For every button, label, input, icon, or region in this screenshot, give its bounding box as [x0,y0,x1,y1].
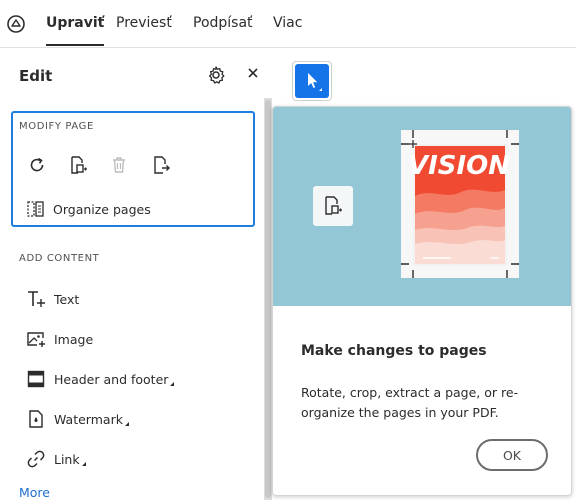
modify-page-label: MODIFY PAGE [19,121,94,132]
link-icon [27,450,45,468]
extract-page-icon[interactable] [68,155,88,175]
watermark-tool[interactable]: Watermark [26,408,129,430]
tool-label: Header and footer [54,371,169,387]
gear-icon[interactable] [206,65,226,85]
submenu-caret-icon [170,382,175,386]
rotate-icon[interactable] [27,155,47,175]
add-image-tool[interactable]: Image [26,328,93,350]
more-link[interactable]: More [19,485,50,500]
tool-label: Link [54,451,80,467]
tab-previest[interactable]: Previesť [116,15,172,31]
edit-panel: Edit MODIFY PAGE Organize pages ADD CONT… [0,49,264,500]
add-image-icon [27,332,45,347]
coachmark-illustration: VISION [273,107,571,306]
extract-page-icon-tile [313,186,353,226]
header-footer-tool[interactable]: Header and footer [26,368,175,390]
replace-page-icon[interactable] [151,155,171,175]
coachmark-popover: VISION Make changes to pages Rotate, cro… [272,106,572,496]
modify-page-section: MODIFY PAGE Organize pages [11,111,255,227]
add-content-label: ADD CONTENT [19,253,100,264]
organize-pages-label: Organize pages [53,201,151,217]
coachmark-title: Make changes to pages [301,343,487,359]
submenu-caret-icon [81,462,86,466]
pointer-icon [308,73,322,91]
link-tool[interactable]: Link [26,448,86,470]
illustration-title-text: VISION [408,151,510,181]
watermark-icon [29,410,43,428]
add-text-tool[interactable]: Text [26,288,79,310]
organize-pages-icon [27,201,44,217]
tool-label: Watermark [54,411,123,427]
tool-label: Text [54,291,80,307]
tab-upravit[interactable]: Upraviť [46,15,105,46]
header-footer-icon [27,370,45,388]
page-thumbnail-illustration: VISION [401,130,519,278]
coachmark-body: Rotate, crop, extract a page, or re-orga… [301,385,519,420]
acrobat-home-icon[interactable] [6,14,26,34]
ok-button[interactable]: OK [476,439,548,471]
panel-title: Edit [19,67,53,85]
submenu-caret-icon [124,422,129,426]
add-text-icon [28,291,45,307]
organize-pages-button[interactable]: Organize pages [27,199,151,219]
tab-podpisat[interactable]: Podpísať [193,15,253,31]
top-tab-bar: Upraviť Previesť Podpísať Viac [0,0,576,48]
select-tool-button[interactable] [295,64,329,98]
tool-label: Image [54,331,94,347]
scrollbar[interactable] [265,100,271,498]
extract-page-icon [325,196,342,215]
tab-viac[interactable]: Viac [273,15,302,31]
close-icon[interactable] [246,66,260,80]
delete-page-icon[interactable] [109,155,129,175]
